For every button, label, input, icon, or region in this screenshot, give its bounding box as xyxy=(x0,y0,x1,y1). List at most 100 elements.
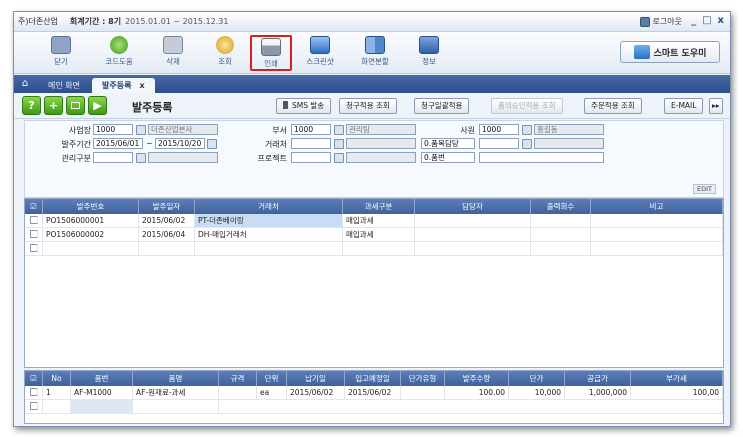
item-manager-select[interactable]: 0.품목담당 xyxy=(421,138,475,149)
approval-apply-search-button[interactable]: 품의승인적용 조회 xyxy=(491,98,563,114)
date-from-input[interactable]: 2015/06/01 xyxy=(93,138,143,149)
search-icon[interactable] xyxy=(334,153,344,163)
more-button[interactable]: ▸▸ xyxy=(709,98,723,114)
phone-icon xyxy=(283,101,288,109)
add-button[interactable]: + xyxy=(44,96,63,115)
power-icon xyxy=(639,16,650,27)
dept-code-input[interactable]: 1000 xyxy=(291,124,331,135)
order-list-header: ☑ 발주번호 발주일자 거래처 과세구분 담당자 출력회수 비고 xyxy=(25,199,723,214)
project-label: 프로젝트 xyxy=(257,154,287,163)
apply-button[interactable]: ▶ xyxy=(88,96,107,115)
row-checkbox[interactable] xyxy=(29,230,38,238)
search-icon[interactable] xyxy=(334,125,344,135)
print-icon xyxy=(261,38,281,56)
tab-close-icon[interactable]: x xyxy=(139,81,144,90)
page-title: 발주등록 xyxy=(132,101,173,114)
help-button[interactable]: ? xyxy=(22,96,41,115)
header-check[interactable]: ☑ xyxy=(25,199,43,214)
header-item-name: 품명 xyxy=(133,371,219,386)
edit-button[interactable]: EDIT xyxy=(693,184,716,194)
table-row[interactable]: 1 AF-M1000 AF-원재료-과세 ea 2015/06/02 2015/… xyxy=(25,386,723,400)
header-item-code: 품번 xyxy=(71,371,133,386)
sms-send-button[interactable]: SMS 발송 xyxy=(276,98,332,114)
toolbar-delete-button[interactable]: 삭제 xyxy=(152,35,194,71)
toolbar-screenshot-button[interactable]: 스크린샷 xyxy=(299,35,341,71)
emp-code-input[interactable]: 1000 xyxy=(479,124,519,135)
toolbar-split-button[interactable]: 화면분할 xyxy=(354,35,396,71)
tab-main[interactable]: 메인 화면 xyxy=(38,78,90,93)
close-icon xyxy=(51,36,71,54)
home-icon[interactable]: ⌂ xyxy=(18,77,32,91)
restore-button[interactable]: □ xyxy=(702,15,711,26)
project-code-input[interactable] xyxy=(291,152,331,163)
toolbar-search-button[interactable]: 조회 xyxy=(204,35,246,71)
app-window: 주)더존산업 회계기간 : 8기 2015.01.01 ~ 2015.12.31… xyxy=(13,11,731,427)
search-icon[interactable] xyxy=(136,125,146,135)
company-name: 주)더존산업 xyxy=(18,17,58,26)
smart-helper-button[interactable]: 스마트 도우미 xyxy=(620,41,720,63)
search-icon[interactable] xyxy=(334,139,344,149)
row-checkbox[interactable] xyxy=(29,402,38,410)
close-window-button[interactable]: x xyxy=(718,15,724,26)
search-icon[interactable] xyxy=(136,153,146,163)
date-to-input[interactable]: 2015/10/20 xyxy=(155,138,205,149)
item-manager-input[interactable] xyxy=(479,138,519,149)
item-input[interactable] xyxy=(479,152,604,163)
header-check[interactable]: ☑ xyxy=(25,371,43,386)
row-checkbox[interactable] xyxy=(29,216,38,224)
dept-name-field: 관리팀 xyxy=(346,124,416,135)
dept-label: 부서 xyxy=(272,126,287,135)
header-price-type: 단가유형 xyxy=(401,371,445,386)
header-receipt-date: 입고예정일 xyxy=(345,371,401,386)
calendar-icon[interactable] xyxy=(207,139,217,149)
copy-button[interactable] xyxy=(66,96,85,115)
toolbar-info-button[interactable]: 정보 xyxy=(408,35,450,71)
logout-label: 로그아웃 xyxy=(652,17,682,26)
minimize-button[interactable]: _ xyxy=(691,15,696,26)
header-spec: 규격 xyxy=(219,371,257,386)
table-row[interactable]: PO1506000001 2015/06/02 PT-더존베이링 매입과세 xyxy=(25,214,723,228)
table-row[interactable] xyxy=(25,400,723,414)
header-order-qty: 발주수량 xyxy=(445,371,509,386)
search-icon xyxy=(216,36,234,54)
info-icon xyxy=(419,36,439,54)
vendor-name-field xyxy=(346,138,416,149)
header-vendor: 거래처 xyxy=(195,199,343,214)
toolbar-close-button[interactable]: 닫기 xyxy=(40,35,82,71)
biz-name-field: 더존산업본사 xyxy=(148,124,218,135)
row-checkbox[interactable] xyxy=(29,244,38,252)
toolbar-code-help-button[interactable]: 코드도움 xyxy=(98,35,140,71)
biz-code-input[interactable]: 1000 xyxy=(93,124,133,135)
header-unit-price: 단가 xyxy=(509,371,565,386)
toolbar-print-button[interactable]: 인쇄 xyxy=(250,35,292,71)
search-icon[interactable] xyxy=(522,125,532,135)
logout-button[interactable]: 로그아웃 xyxy=(639,16,682,27)
header-note: 비고 xyxy=(591,199,723,214)
date-separator: ~ xyxy=(146,139,153,148)
row-checkbox[interactable] xyxy=(29,388,38,396)
table-row[interactable] xyxy=(25,242,723,256)
order-apply-search-button[interactable]: 주문적용 조회 xyxy=(584,98,642,114)
table-row[interactable]: PO1506000002 2015/06/04 DH-매입거래처 매입과세 xyxy=(25,228,723,242)
search-icon[interactable] xyxy=(522,139,532,149)
screenshot-icon xyxy=(310,36,330,54)
item-select[interactable]: 0.품번 xyxy=(421,152,475,163)
vendor-code-input[interactable] xyxy=(291,138,331,149)
tab-purchase-order[interactable]: 발주등록 x xyxy=(91,78,155,93)
period-label: 발주기간 xyxy=(61,140,91,149)
mgmt-code-input[interactable] xyxy=(93,152,133,163)
request-batch-apply-button[interactable]: 청구일괄적용 xyxy=(414,98,470,114)
mgmt-label: 관리구분 xyxy=(61,154,91,163)
biz-label: 사업장 xyxy=(68,126,91,135)
email-button[interactable]: E-MAIL xyxy=(664,98,704,114)
header-vat: 부가세 xyxy=(631,371,723,386)
request-apply-search-button[interactable]: 청구적용 조회 xyxy=(339,98,397,114)
header-order-no: 발주번호 xyxy=(43,199,139,214)
split-icon xyxy=(365,36,385,54)
help-icon xyxy=(110,36,128,54)
tab-bar: ⌂ 메인 화면 발주등록 x xyxy=(14,75,730,93)
monitor-icon xyxy=(633,45,650,59)
item-manager-name-field xyxy=(534,138,604,149)
period-label: 회계기간 : 8기 xyxy=(69,17,122,26)
order-detail-grid: ☑ No 품번 품명 규격 단위 납기일 입고예정일 단가유형 발주수량 단가 … xyxy=(24,370,724,424)
